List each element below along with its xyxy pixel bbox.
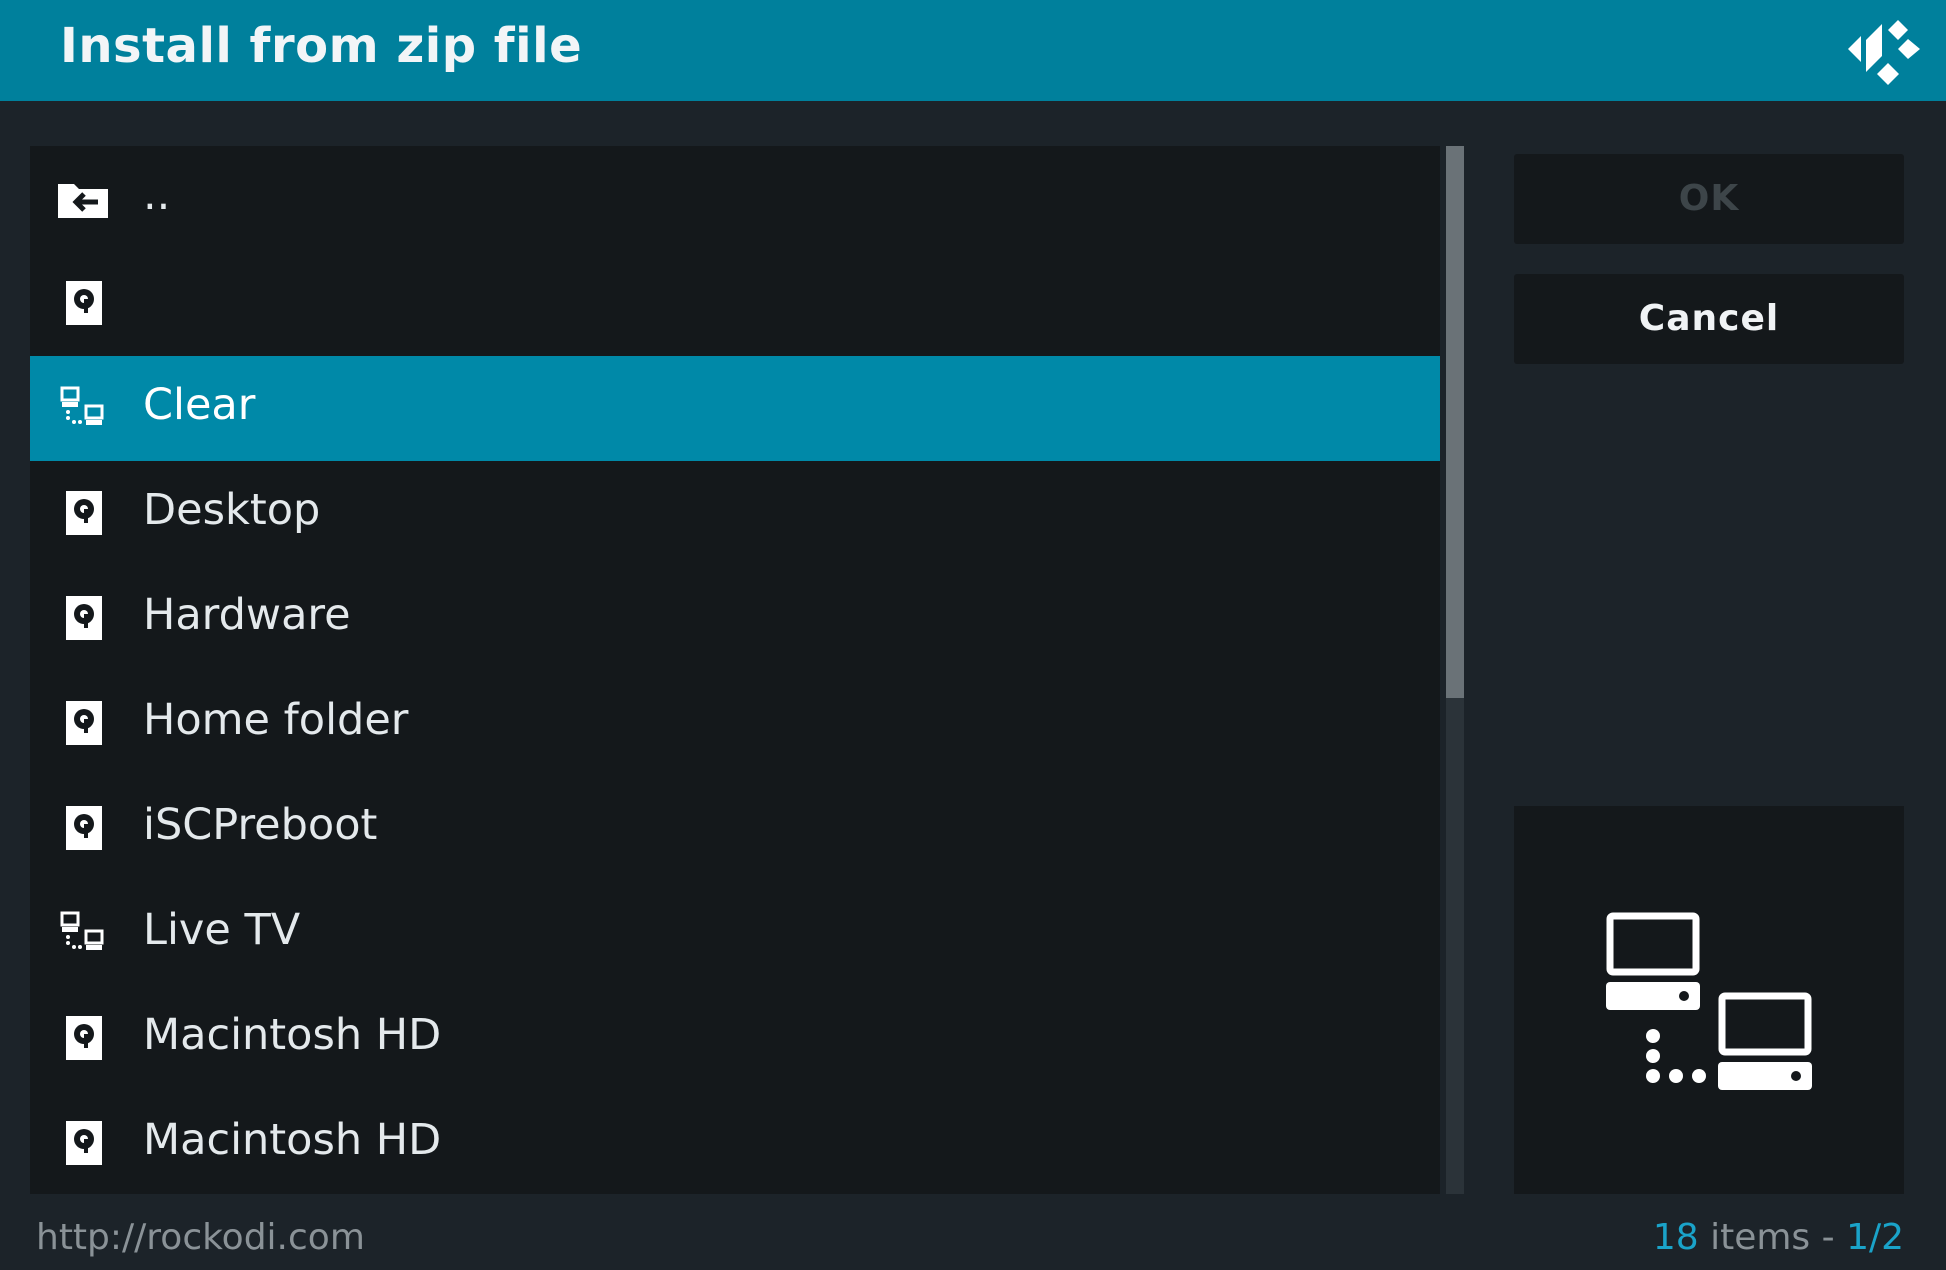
- hard-drive-icon: [56, 1014, 112, 1062]
- hard-drive-icon: [56, 489, 112, 537]
- scrollbar-thumb[interactable]: [1446, 146, 1464, 698]
- page-indicator: 1/2: [1846, 1217, 1904, 1258]
- network-computers-icon: [1606, 912, 1812, 1090]
- item-count: 18: [1652, 1217, 1699, 1258]
- list-item-label: Macintosh HD: [143, 1010, 442, 1060]
- hard-drive-icon: [56, 594, 112, 642]
- list-scrollbar[interactable]: [1446, 146, 1464, 1194]
- list-item-hardware[interactable]: Hardware: [30, 566, 1440, 671]
- cancel-button[interactable]: Cancel: [1514, 274, 1904, 364]
- folder-back-icon: [56, 174, 112, 222]
- watermark-url: http://rockodi.com: [36, 1217, 365, 1258]
- hard-drive-icon: [56, 804, 112, 852]
- list-item-label: Desktop: [143, 485, 321, 535]
- items-word: items -: [1698, 1217, 1847, 1258]
- list-item-drive[interactable]: [30, 251, 1440, 356]
- list-item-home-folder[interactable]: Home folder: [30, 671, 1440, 776]
- list-item-label: Macintosh HD: [143, 1115, 442, 1165]
- list-item-iscpreboot[interactable]: iSCPreboot: [30, 776, 1440, 881]
- list-item-desktop[interactable]: Desktop: [30, 461, 1440, 566]
- file-list: .. Clear Desktop Hardware Home folder iS…: [30, 146, 1440, 1194]
- kodi-logo-icon: [1848, 12, 1922, 88]
- list-item-parent[interactable]: ..: [30, 146, 1440, 251]
- hard-drive-icon: [56, 1119, 112, 1167]
- list-item-label: Home folder: [143, 695, 409, 745]
- hard-drive-icon: [56, 279, 112, 327]
- network-icon: [56, 909, 112, 957]
- item-count-status: 18 items - 1/2: [1653, 1217, 1904, 1258]
- network-icon: [56, 384, 112, 432]
- list-item-live-tv[interactable]: Live TV: [30, 881, 1440, 986]
- list-item-label: Live TV: [143, 905, 301, 955]
- source-preview-panel: [1514, 806, 1904, 1194]
- list-item-macintosh-hd-2[interactable]: Macintosh HD: [30, 1091, 1440, 1196]
- hard-drive-icon: [56, 699, 112, 747]
- list-item-label: Clear: [143, 380, 256, 430]
- list-item-label: ..: [143, 170, 171, 220]
- list-item-macintosh-hd[interactable]: Macintosh HD: [30, 986, 1440, 1091]
- list-item-label: iSCPreboot: [143, 800, 378, 850]
- header-bar: Install from zip file: [0, 0, 1946, 101]
- dialog-title: Install from zip file: [60, 18, 583, 74]
- list-item-label: Hardware: [143, 590, 351, 640]
- ok-button[interactable]: OK: [1514, 154, 1904, 244]
- list-item-clear[interactable]: Clear: [30, 356, 1440, 461]
